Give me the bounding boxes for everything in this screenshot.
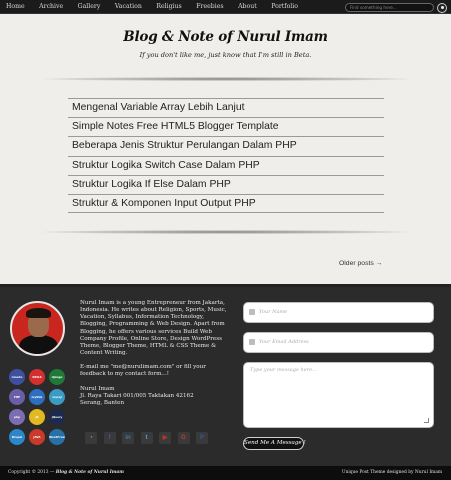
skill-badge: mySQL (29, 389, 45, 405)
skill-badge: nmodo (9, 369, 25, 385)
nav-item-freebies[interactable]: Freebies (196, 0, 223, 14)
nav-item-religius[interactable]: Religius (156, 0, 181, 14)
linkedin-icon[interactable]: in (122, 432, 134, 444)
google-plus-icon[interactable]: G (177, 432, 190, 444)
nav-item-vacation[interactable]: Vacation (115, 0, 142, 14)
address-line: Jl. Raya Takari 001/005 Taktakan 42162 (80, 392, 194, 399)
list-item: Struktur & Komponen Input Output PHP (68, 193, 384, 214)
skill-badge: JS (29, 409, 45, 425)
paypal-icon[interactable]: P (196, 432, 208, 444)
list-item: Mengenal Variable Array Lebih Lanjut (68, 98, 384, 117)
nav-item-portfolio[interactable]: Portfolio (271, 0, 298, 14)
site-title[interactable]: Blog & Note of Nurul Imam (0, 29, 451, 45)
name-placeholder: Your Name (259, 309, 288, 315)
user-icon (249, 309, 255, 315)
copyright-prefix: Copyright © 2013 — (8, 470, 56, 475)
nav-item-archive[interactable]: Archive (39, 0, 63, 14)
skill-badge: django (49, 369, 65, 385)
list-item: Beberapa Jenis Struktur Perulangan Dalam… (68, 136, 384, 155)
header-divider (42, 77, 410, 81)
name-field[interactable]: Your Name (243, 302, 434, 323)
skill-badge: WordPress (49, 429, 65, 445)
search-button[interactable] (437, 2, 447, 13)
skill-badge: DRILS (29, 369, 45, 385)
author-bio: Nurul Imam is a young Entrepreneur from … (80, 300, 228, 407)
search-placeholder: Find something here... (350, 4, 397, 10)
copyright-site: Blog & Note of Nurul Imam (55, 470, 124, 475)
nav-item-home[interactable]: Home (6, 0, 25, 14)
post-link[interactable]: Struktur Logika Switch Case Dalam PHP (68, 157, 384, 175)
post-link[interactable]: Mengenal Variable Array Lebih Lanjut (68, 99, 384, 117)
theme-credit: Unique Post Theme designed by Nurul Imam (341, 470, 442, 475)
list-item: Simple Notes Free HTML5 Blogger Template (68, 117, 384, 136)
avatar (10, 301, 65, 356)
facebook-icon[interactable]: f (103, 432, 116, 444)
email-note: E-mail me "me@nurulimam.com" or fill you… (80, 364, 206, 378)
post-link[interactable]: Beberapa Jenis Struktur Perulangan Dalam… (68, 137, 384, 155)
email-field[interactable]: Your Email Address (243, 332, 434, 353)
address-line: Serang, Banten (80, 399, 125, 406)
skill-badge: mysql (49, 389, 65, 405)
post-link[interactable]: Struktur & Komponen Input Output PHP (68, 195, 384, 213)
skill-badge: php (9, 409, 25, 425)
post-list: Mengenal Variable Array Lebih Lanjut Sim… (68, 98, 384, 214)
post-link[interactable]: Struktur Logika If Else Dalam PHP (68, 176, 384, 194)
mail-icon (249, 339, 255, 345)
older-posts-link[interactable]: Older posts → (339, 260, 382, 267)
site-description: If you don't like me, just know that I'm… (139, 51, 312, 59)
main-menu: Home Archive Gallery Vacation Religius F… (6, 0, 312, 14)
skill-badge: JAVA (29, 429, 45, 445)
skill-badge: PHP (9, 389, 25, 405)
skill-badge: Drupal (9, 429, 25, 445)
top-navigation-bar: Home Archive Gallery Vacation Religius F… (0, 0, 451, 14)
youtube-icon[interactable]: ▶ (159, 432, 171, 444)
post-link[interactable]: Simple Notes Free HTML5 Blogger Template (68, 118, 384, 136)
list-item: Struktur Logika Switch Case Dalam PHP (68, 155, 384, 175)
copyright-text: Copyright © 2013 — Blog & Note of Nurul … (8, 466, 124, 480)
posts-divider (42, 230, 410, 234)
social-links: ◔ f in t ▶ G P (85, 432, 215, 444)
bio-text: Nurul Imam is a young Entrepreneur from … (80, 300, 227, 357)
message-field[interactable]: Type your message here... (243, 362, 434, 428)
search-input[interactable]: Find something here... (345, 2, 434, 12)
rss-icon[interactable]: ◔ (85, 432, 97, 444)
twitter-icon[interactable]: t (140, 432, 153, 444)
address-name: Nurul Imam (80, 385, 115, 392)
blog-header: Blog & Note of Nurul Imam If you don't l… (0, 15, 451, 75)
resize-handle[interactable] (424, 418, 429, 423)
message-placeholder: Type your message here... (250, 367, 317, 373)
nav-item-about[interactable]: About (238, 0, 257, 14)
list-item: Struktur Logika If Else Dalam PHP (68, 174, 384, 194)
nav-item-gallery[interactable]: Gallery (78, 0, 101, 14)
skill-badge: jQuery (49, 409, 65, 425)
send-message-button[interactable]: Send Me A Message ! (243, 437, 306, 450)
email-placeholder: Your Email Address (259, 339, 309, 345)
copyright-bar: Copyright © 2013 — Blog & Note of Nurul … (0, 466, 451, 480)
